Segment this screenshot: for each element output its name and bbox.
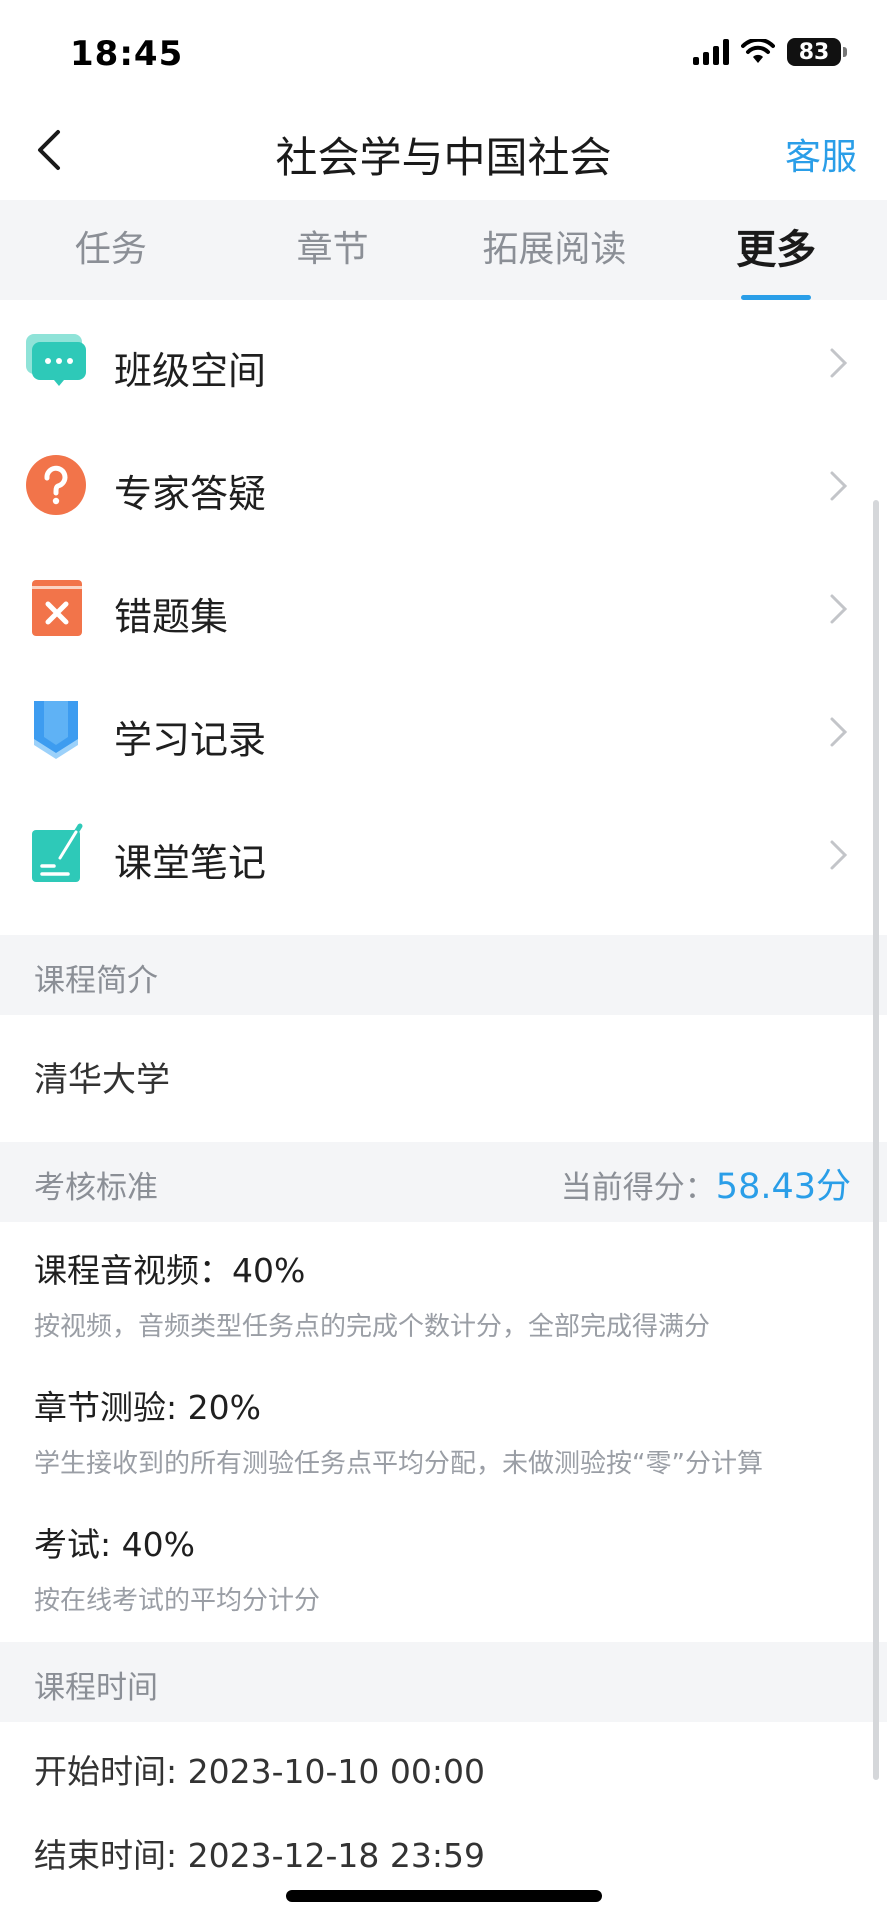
bookmark-icon bbox=[34, 701, 78, 759]
tab-more[interactable]: 更多 bbox=[665, 200, 887, 300]
battery-icon: 83 bbox=[787, 38, 847, 66]
section-title: 课程时间 bbox=[34, 1670, 158, 1706]
criterion-title: 章节测验: 20% bbox=[34, 1388, 261, 1427]
question-icon bbox=[26, 455, 86, 515]
menu-item-class-notes[interactable]: 课堂笔记 bbox=[0, 792, 887, 915]
menu-item-class-space[interactable]: 班级空间 bbox=[0, 300, 887, 423]
note-pen-icon bbox=[32, 823, 83, 882]
scrollbar[interactable] bbox=[873, 500, 879, 1780]
course-intro-header: 课程简介 bbox=[0, 935, 887, 1015]
criterion-desc: 按视频，音频类型任务点的完成个数计分，全部完成得满分 bbox=[34, 1312, 711, 1342]
menu-label: 专家答疑 bbox=[114, 472, 267, 516]
battery-level: 83 bbox=[798, 39, 830, 65]
menu-item-study-record[interactable]: 学习记录 bbox=[0, 669, 887, 792]
home-indicator[interactable] bbox=[286, 1890, 602, 1902]
assessment-header: 考核标准 当前得分：58.43分 bbox=[0, 1142, 887, 1222]
menu-label: 班级空间 bbox=[114, 349, 267, 393]
menu-item-wrong-questions[interactable]: 错题集 bbox=[0, 546, 887, 669]
start-time: 开始时间: 2023-10-10 00:00 bbox=[34, 1752, 485, 1791]
score-value: 58.43分 bbox=[715, 1167, 851, 1207]
menu-label: 课堂笔记 bbox=[114, 841, 267, 885]
menu-item-expert-qa[interactable]: 专家答疑 bbox=[0, 423, 887, 546]
signal-icon bbox=[693, 39, 729, 65]
customer-service-button[interactable]: 客服 bbox=[785, 128, 857, 180]
chevron-right-icon bbox=[830, 717, 848, 747]
status-icons: 83 bbox=[693, 38, 847, 66]
criterion-desc: 学生接收到的所有测验任务点平均分配，未做测验按“零”分计算 bbox=[34, 1449, 763, 1479]
section-title: 课程简介 bbox=[34, 963, 158, 999]
score-label: 当前得分： bbox=[560, 1170, 716, 1206]
chevron-right-icon bbox=[830, 348, 848, 378]
nav-bar: 社会学与中国社会 客服 bbox=[0, 100, 887, 200]
menu-label: 错题集 bbox=[114, 595, 229, 639]
course-time-header: 课程时间 bbox=[0, 1642, 887, 1722]
section-title: 考核标准 bbox=[34, 1170, 158, 1206]
tab-extended-reading[interactable]: 拓展阅读 bbox=[444, 200, 666, 300]
tab-more-label: 更多 bbox=[736, 227, 817, 273]
wrong-book-icon bbox=[32, 580, 82, 636]
current-score: 当前得分：58.43分 bbox=[561, 1158, 851, 1209]
menu-list: 班级空间 专家答疑 错题集 学习记录 课堂笔记 bbox=[0, 300, 887, 915]
chat-bubble-icon bbox=[26, 334, 86, 386]
page-title: 社会学与中国社会 bbox=[275, 133, 612, 182]
criterion-title: 课程音视频：40% bbox=[34, 1251, 306, 1290]
end-time: 结束时间: 2023-12-18 23:59 bbox=[34, 1836, 485, 1875]
course-intro-text: 清华大学 bbox=[34, 1060, 170, 1100]
chevron-right-icon bbox=[830, 594, 848, 624]
tab-bar: 任务 章节 拓展阅读 更多 bbox=[0, 200, 887, 300]
status-time: 18:45 bbox=[70, 34, 184, 74]
tab-tasks[interactable]: 任务 bbox=[0, 200, 222, 300]
criterion-title: 考试: 40% bbox=[34, 1525, 195, 1564]
menu-label: 学习记录 bbox=[114, 718, 267, 762]
tab-chapters[interactable]: 章节 bbox=[222, 200, 444, 300]
wifi-icon bbox=[741, 39, 775, 63]
status-bar: 18:45 83 bbox=[0, 0, 887, 100]
criterion-desc: 按在线考试的平均分计分 bbox=[34, 1586, 321, 1616]
chevron-right-icon bbox=[830, 840, 848, 870]
chevron-right-icon bbox=[830, 471, 848, 501]
